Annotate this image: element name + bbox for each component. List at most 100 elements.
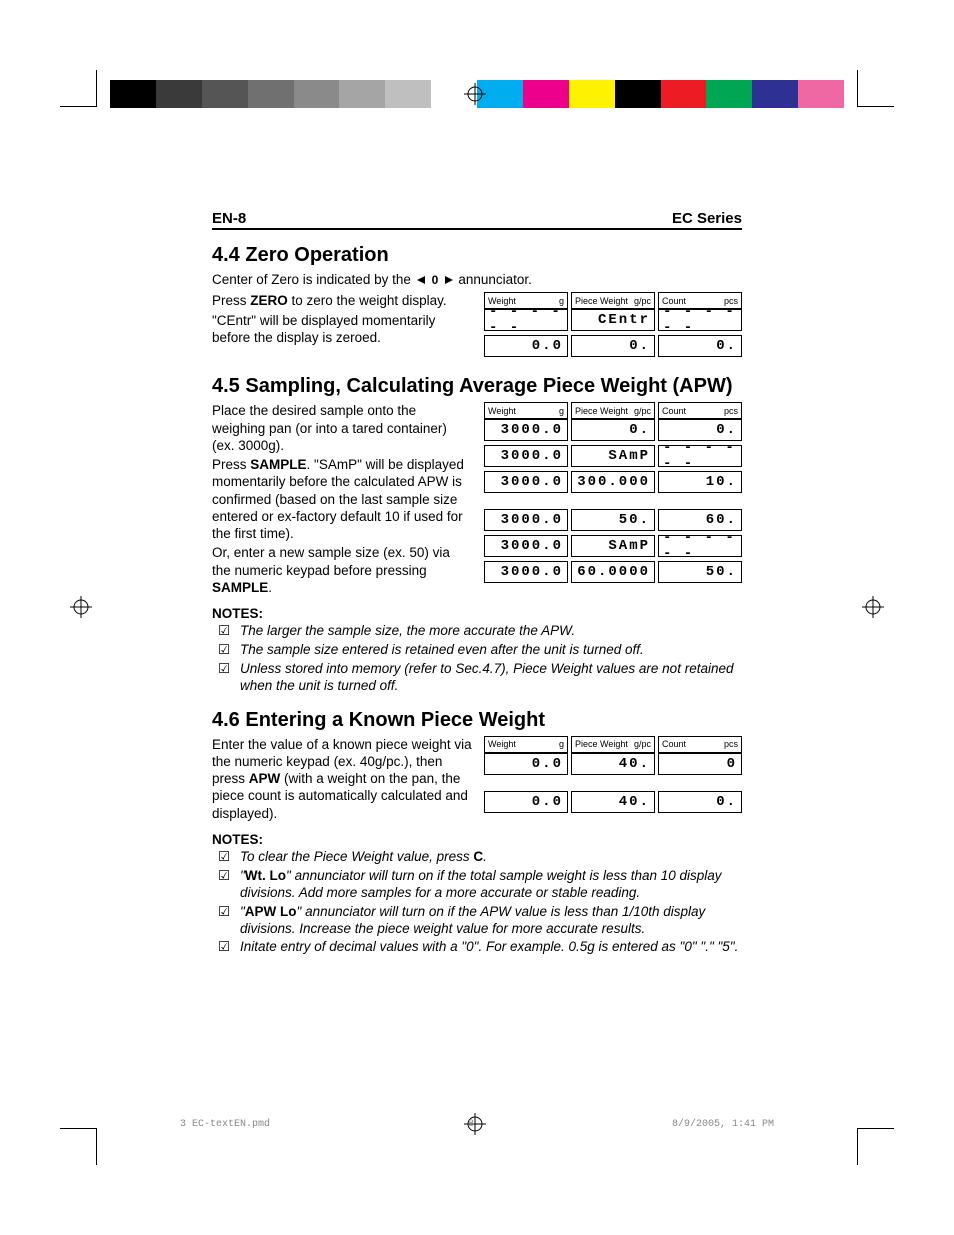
text: Center of Zero is indicated by the (212, 272, 415, 287)
print-footer: 3 EC-textEN.pmd 8 8/9/2005, 1:41 PM (180, 1119, 774, 1130)
disp-hdr-piece: Piece Weightg/pc (571, 402, 655, 419)
section-4-4-instructions: Press ZERO to zero the weight display. "… (212, 292, 472, 348)
disp-cell: 50. (658, 561, 742, 583)
registration-mark-icon (70, 596, 92, 618)
section-4-4-body: Center of Zero is indicated by the 0 ann… (212, 271, 742, 288)
color-swatch (752, 80, 798, 108)
disp-cell: 60.0000 (571, 561, 655, 583)
color-swatch (569, 80, 615, 108)
section-4-5-notes: The larger the sample size, the more acc… (212, 623, 742, 695)
disp-cell: SAmP (571, 445, 655, 467)
key-sample: SAMPLE (212, 580, 268, 595)
disp-hdr-count: Countpcs (658, 402, 742, 419)
note-item: "APW Lo" annunciator will turn on if the… (212, 904, 742, 938)
section-4-5-instructions: Place the desired sample onto the weighi… (212, 402, 472, 598)
section-4-6-display: Weightg Piece Weightg/pc Countpcs 0.040.… (484, 736, 742, 817)
header-series: EC Series (672, 210, 742, 227)
disp-cell: 10. (658, 471, 742, 493)
crop-mark (857, 1128, 894, 1165)
notes-label: NOTES: (212, 606, 742, 621)
disp-cell: - - - - - - (658, 309, 742, 331)
disp-cell: - - - - - - (658, 535, 742, 557)
section-4-6-instructions: Enter the value of a known piece weight … (212, 736, 472, 824)
section-4-6-notes: To clear the Piece Weight value, press C… (212, 849, 742, 956)
running-header: EN-8 EC Series (212, 210, 742, 230)
disp-cell: 0. (658, 791, 742, 813)
disp-hdr-count: Countpcs (658, 736, 742, 753)
color-swatch (110, 80, 156, 108)
disp-cell: 300.000 (571, 471, 655, 493)
disp-cell: 3000.0 (484, 561, 568, 583)
text: Press (212, 457, 250, 472)
disp-cell: 3000.0 (484, 535, 568, 557)
note-item: Initate entry of decimal values with a "… (212, 939, 742, 956)
disp-cell: 40. (571, 791, 655, 813)
svg-text:0: 0 (431, 274, 438, 286)
text: Place the desired sample onto the weighi… (212, 402, 472, 454)
disp-cell: 3000.0 (484, 445, 568, 467)
disp-cell: 0. (571, 335, 655, 357)
section-4-6-title: 4.6 Entering a Known Piece Weight (212, 709, 742, 732)
disp-cell: 0. (571, 419, 655, 441)
color-swatch (523, 80, 569, 108)
key-sample: SAMPLE (250, 457, 306, 472)
disp-cell: CEntr (571, 309, 655, 331)
color-swatch (248, 80, 294, 108)
disp-cell: 0.0 (484, 753, 568, 775)
color-swatch (615, 80, 661, 108)
registration-mark-icon (862, 596, 884, 618)
color-swatch (385, 80, 431, 108)
footer-file: 3 EC-textEN.pmd (180, 1119, 270, 1130)
note-item: "Wt. Lo" annunciator will turn on if the… (212, 868, 742, 902)
color-swatch (661, 80, 707, 108)
text: "CEntr" will be displayed momentarily be… (212, 312, 472, 347)
disp-cell: 0.0 (484, 335, 568, 357)
disp-cell: - - - - - - (484, 309, 568, 331)
disp-cell: 0. (658, 419, 742, 441)
note-item: The sample size entered is retained even… (212, 642, 742, 659)
color-swatch (706, 80, 752, 108)
key-apw: APW (249, 771, 281, 786)
crop-mark (857, 70, 894, 107)
crop-mark (60, 70, 97, 107)
header-page: EN-8 (212, 210, 246, 227)
text: to zero the weight display. (288, 293, 447, 308)
disp-cell: SAmP (571, 535, 655, 557)
color-swatch (156, 80, 202, 108)
disp-hdr-piece: Piece Weightg/pc (571, 736, 655, 753)
text: . (268, 580, 272, 595)
color-swatch (798, 80, 844, 108)
footer-page: 8 (468, 1119, 474, 1130)
text: Press (212, 293, 250, 308)
color-swatch (294, 80, 340, 108)
note-item: Unless stored into memory (refer to Sec.… (212, 661, 742, 695)
page: EN-8 EC Series 4.4 Zero Operation Center… (0, 0, 954, 1235)
disp-cell: 0. (658, 335, 742, 357)
disp-hdr-piece: Piece Weightg/pc (571, 292, 655, 309)
footer-stamp: 8/9/2005, 1:41 PM (672, 1119, 774, 1130)
disp-cell: 3000.0 (484, 471, 568, 493)
section-4-4-display: Weightg Piece Weightg/pc Countpcs - - - … (484, 292, 742, 361)
disp-cell: 60. (658, 509, 742, 531)
text: annunciator. (458, 272, 532, 287)
note-item: To clear the Piece Weight value, press C… (212, 849, 742, 866)
disp-cell: - - - - - - (658, 445, 742, 467)
notes-label: NOTES: (212, 832, 742, 847)
color-swatch (339, 80, 385, 108)
zero-annunciator-icon: 0 (415, 274, 455, 286)
disp-cell: 0.0 (484, 791, 568, 813)
disp-cell: 3000.0 (484, 509, 568, 531)
disp-cell: 40. (571, 753, 655, 775)
note-item: The larger the sample size, the more acc… (212, 623, 742, 640)
disp-hdr-weight: Weightg (484, 736, 568, 753)
key-zero: ZERO (250, 293, 288, 308)
disp-cell: 0 (658, 753, 742, 775)
content: EN-8 EC Series 4.4 Zero Operation Center… (212, 210, 742, 958)
disp-cell: 3000.0 (484, 419, 568, 441)
section-4-5-title: 4.5 Sampling, Calculating Average Piece … (212, 375, 742, 398)
crop-mark (60, 1128, 97, 1165)
text: Or, enter a new sample size (ex. 50) via… (212, 545, 450, 577)
disp-cell: 50. (571, 509, 655, 531)
disp-hdr-weight: Weightg (484, 402, 568, 419)
section-4-5-display: Weightg Piece Weightg/pc Countpcs 3000.0… (484, 402, 742, 587)
